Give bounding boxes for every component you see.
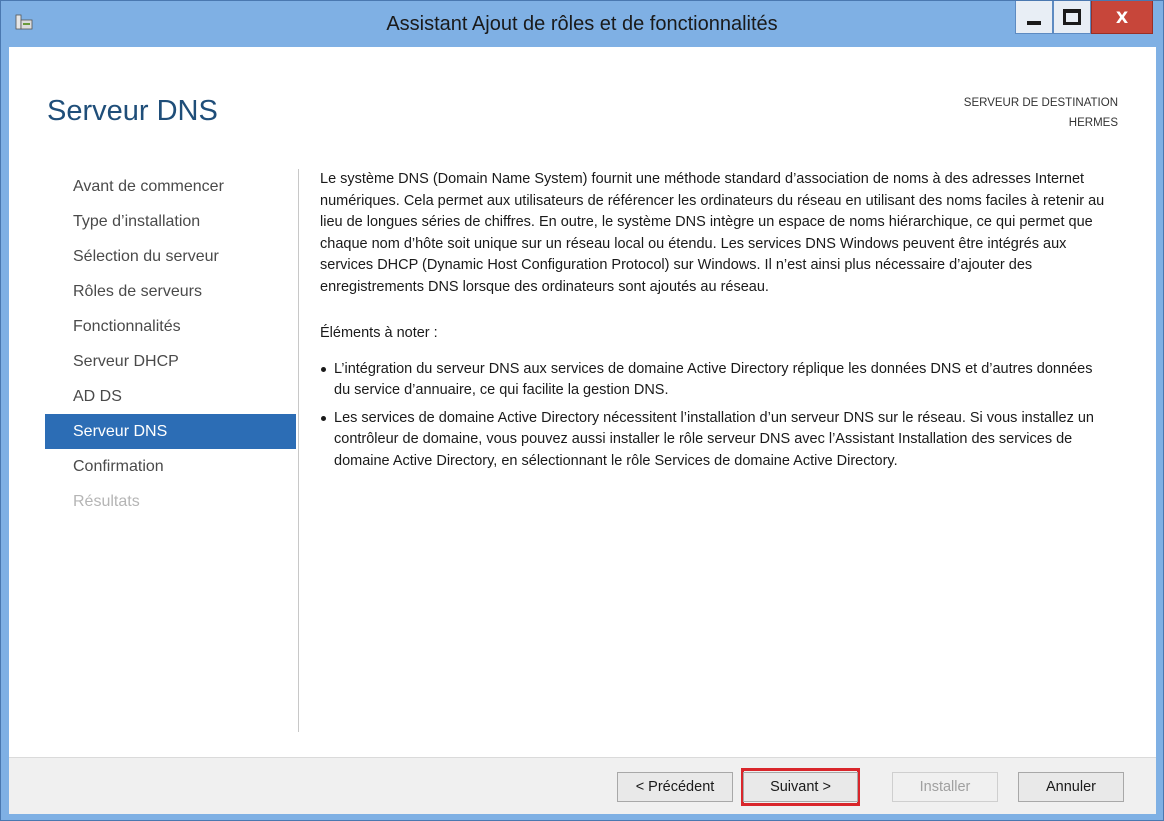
wizard-footer: < Précédent Suivant > Installer Annuler — [9, 757, 1156, 814]
window-controls: X — [1015, 1, 1153, 34]
nav-divider — [298, 169, 299, 732]
nav-item-ad-ds[interactable]: AD DS — [45, 379, 296, 414]
wizard-window: Assistant Ajout de rôles et de fonctionn… — [0, 0, 1164, 821]
destination-server-info: SERVEUR DE DESTINATION HERMES — [964, 93, 1118, 133]
destination-label: SERVEUR DE DESTINATION — [963, 97, 1118, 109]
nav-item-serveur-dhcp[interactable]: Serveur DHCP — [45, 344, 296, 379]
notes-heading: Éléments à noter : — [320, 325, 438, 341]
window-title: Assistant Ajout de rôles et de fonctionn… — [386, 13, 778, 35]
maximize-button[interactable] — [1053, 1, 1091, 34]
minimize-icon — [1027, 21, 1041, 25]
nav-item-serveur-dns[interactable]: Serveur DNS — [45, 414, 296, 449]
note-item: Les services de domaine Active Directory… — [320, 408, 1110, 473]
close-icon: X — [1115, 7, 1129, 27]
page-title: Serveur DNS — [47, 95, 218, 127]
close-button[interactable]: X — [1091, 1, 1153, 34]
destination-server-name: HERMES — [1068, 117, 1118, 129]
content-panel: Le système DNS (Domain Name System) four… — [320, 169, 1110, 478]
cancel-button[interactable]: Annuler — [1018, 772, 1124, 802]
wizard-steps-nav: Avant de commencer Type d’installation S… — [45, 169, 296, 519]
nav-item-confirmation[interactable]: Confirmation — [45, 449, 296, 484]
install-button: Installer — [892, 772, 998, 802]
title-bar[interactable]: Assistant Ajout de rôles et de fonctionn… — [1, 1, 1163, 47]
previous-button[interactable]: < Précédent — [617, 772, 733, 802]
minimize-button[interactable] — [1015, 1, 1053, 34]
wizard-client-area: Serveur DNS SERVEUR DE DESTINATION HERME… — [9, 47, 1156, 814]
nav-item-fonctionnalites[interactable]: Fonctionnalités — [45, 309, 296, 344]
nav-item-type-installation[interactable]: Type d’installation — [45, 204, 296, 239]
next-button[interactable]: Suivant > — [743, 772, 858, 802]
nav-item-selection-serveur[interactable]: Sélection du serveur — [45, 239, 296, 274]
nav-item-avant-de-commencer[interactable]: Avant de commencer — [45, 169, 296, 204]
note-item: L’intégration du serveur DNS aux service… — [320, 359, 1110, 402]
maximize-icon — [1063, 9, 1081, 25]
nav-item-roles-serveurs[interactable]: Rôles de serveurs — [45, 274, 296, 309]
nav-item-resultats: Résultats — [73, 493, 140, 510]
notes-list: L’intégration du serveur DNS aux service… — [320, 359, 1110, 473]
intro-paragraph: Le système DNS (Domain Name System) four… — [320, 171, 1105, 295]
